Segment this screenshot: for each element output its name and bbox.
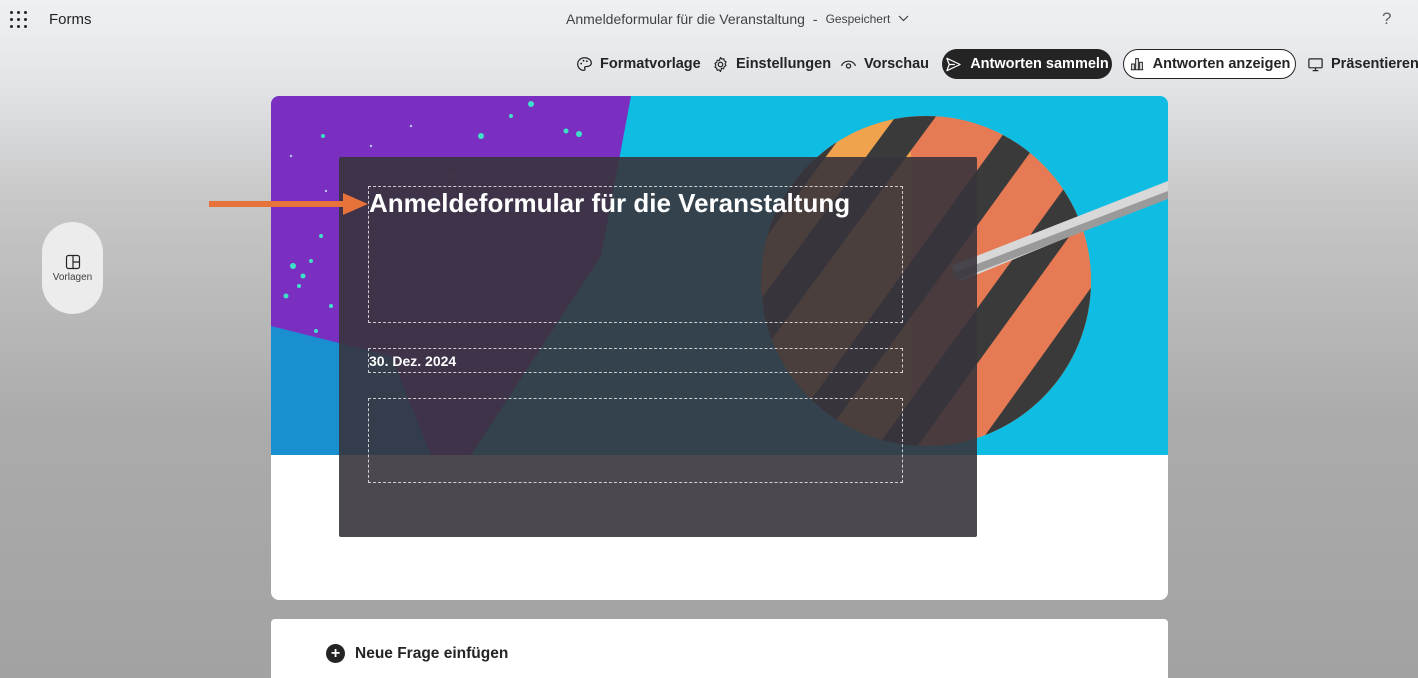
form-description-field[interactable]	[368, 398, 903, 483]
collect-responses-label: Antworten sammeln	[970, 56, 1109, 72]
format-button[interactable]: Formatvorlage	[576, 48, 701, 80]
preview-button[interactable]: Vorschau	[840, 48, 929, 80]
annotation-arrow-icon	[209, 193, 368, 215]
plus-circle-icon: +	[326, 644, 345, 663]
eye-icon	[840, 60, 857, 69]
monitor-icon	[1308, 57, 1323, 71]
add-question-label: Neue Frage einfügen	[355, 644, 509, 662]
save-status: Gespeichert	[825, 12, 891, 26]
templates-button[interactable]: Vorlagen	[42, 222, 103, 314]
document-title: Anmeldeformular für die Veranstaltung	[566, 11, 805, 27]
help-button[interactable]: ?	[1382, 9, 1391, 29]
add-question-button[interactable]: + Neue Frage einfügen	[326, 644, 508, 663]
form-title-text: Anmeldeformular für die Veranstaltung	[369, 188, 851, 218]
collect-responses-button[interactable]: Antworten sammeln	[942, 49, 1112, 79]
form-date-text: 30. Dez. 2024	[369, 353, 457, 369]
gear-icon	[714, 56, 727, 72]
preview-label: Vorschau	[864, 56, 930, 72]
bar-chart-icon	[1130, 58, 1143, 71]
palette-icon	[577, 56, 592, 71]
view-responses-button[interactable]: Antworten anzeigen	[1123, 49, 1296, 79]
chevron-down-icon[interactable]	[898, 13, 909, 25]
send-icon	[946, 57, 961, 71]
present-label: Präsentieren	[1331, 56, 1418, 72]
settings-label: Einstellungen	[736, 56, 832, 72]
app-launcher-icon[interactable]	[10, 11, 28, 29]
templates-label: Vorlagen	[52, 271, 93, 283]
title-separator: -	[812, 11, 818, 27]
format-label: Formatvorlage	[600, 56, 701, 72]
document-title-area[interactable]: Anmeldeformular für die Veranstaltung - …	[566, 11, 909, 27]
top-bar: Forms Anmeldeformular für die Veranstalt…	[0, 0, 1418, 40]
layout-icon	[65, 254, 80, 269]
present-button[interactable]: Präsentieren	[1307, 48, 1418, 80]
settings-button[interactable]: Einstellungen	[712, 48, 831, 80]
app-name[interactable]: Forms	[49, 11, 92, 28]
view-responses-label: Antworten anzeigen	[1152, 56, 1291, 72]
